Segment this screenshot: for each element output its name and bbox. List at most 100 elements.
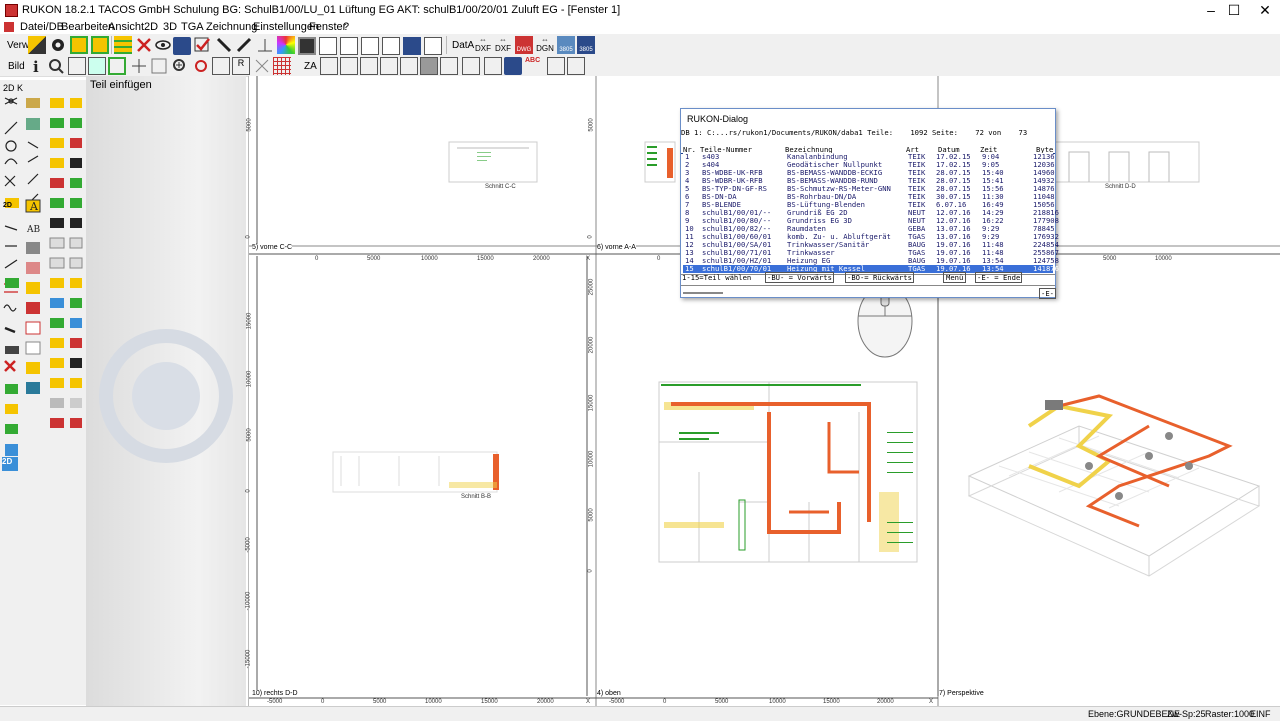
layers-select-icon[interactable] [91, 36, 109, 54]
tick: 20000 [588, 336, 595, 354]
tick: 10000 [1155, 256, 1172, 262]
layers-icon[interactable] [70, 36, 88, 54]
toolbar-verw-label: Verw [7, 40, 30, 51]
solid-icon[interactable] [173, 37, 191, 55]
info-icon[interactable]: i [27, 57, 45, 76]
palette-2d-toggle-b[interactable]: 2D [2, 457, 18, 471]
tick: -5000 [267, 699, 283, 705]
horizontal-scrollbar[interactable] [683, 292, 723, 294]
document-search-icon[interactable] [361, 37, 379, 55]
tick: 10000 [588, 450, 595, 468]
view-persp-icon[interactable] [462, 57, 480, 75]
dwg-button[interactable]: DWG [515, 36, 533, 54]
check-icon[interactable] [193, 36, 211, 54]
view-iso-icon[interactable] [440, 57, 458, 75]
menu-help[interactable]: ? [343, 21, 349, 33]
view-render-icon[interactable] [484, 57, 502, 75]
backward-button[interactable]: -BO-= Rückwärts [845, 272, 914, 283]
tick: 20000 [533, 256, 550, 262]
import-image-icon[interactable] [567, 57, 585, 75]
grid-zoom-icon[interactable] [150, 57, 168, 75]
menu-bar: Datei/DB Bearbeiten Ansicht 2D 3D TGA Ze… [0, 20, 1280, 34]
view-front-icon[interactable] [320, 57, 338, 75]
dialog-db-line: DB 1: C:...rs/rukon1/Documents/RUKON/dab… [681, 128, 1028, 137]
dgn-button[interactable]: ⇔ DGN [536, 35, 554, 53]
line-tool-icon[interactable] [215, 36, 233, 54]
database-icon[interactable] [403, 37, 421, 55]
tick: -15000 [245, 649, 252, 669]
redraw-icon[interactable]: R [232, 57, 250, 75]
status-bar: Ebene:GRUNDEBENE Zw-Sp:25 Raster:1000. E… [0, 706, 1280, 721]
close-button[interactable]: ✕ [1242, 0, 1280, 20]
view-bottom-icon[interactable] [420, 57, 438, 75]
end-button[interactable]: -E- = Ende [975, 272, 1023, 283]
view-side-icon[interactable] [340, 57, 358, 75]
color-icon[interactable] [277, 36, 295, 54]
palette-2d-toggle-a[interactable]: 2D [3, 202, 12, 209]
view-top-icon[interactable] [360, 57, 378, 75]
toolbar-main: Verw DatA ⇔ DXF ⇔ DXF DWG ⇔ DGN 3805 3805 [0, 34, 1280, 57]
cell-teil: schulB1/00/70/01 [702, 264, 772, 273]
menu-2d[interactable]: 2D [144, 21, 158, 33]
menu-zeichnung[interactable]: Zeichnung [206, 21, 257, 33]
tick: 15000 [246, 312, 253, 330]
dxf-import-button[interactable]: ⇔ DXF [474, 35, 492, 53]
vdi-export-button[interactable]: 3805 [577, 36, 595, 54]
document-arrow-icon[interactable] [424, 37, 442, 55]
menu-tga[interactable]: TGA [181, 21, 204, 33]
vdi-import-button[interactable]: 3805 [557, 36, 575, 54]
zoom-window-icon[interactable] [68, 57, 86, 75]
svg-text:i: i [33, 58, 39, 75]
view-back-icon[interactable] [380, 57, 398, 75]
pencil-icon[interactable] [28, 36, 46, 54]
menu-bearbeiten[interactable]: Bearbeiten [61, 21, 114, 33]
tick: 20000 [877, 699, 894, 705]
caption-section-dd: Schnitt D-D [1105, 184, 1136, 190]
cell-nr: 15 [685, 264, 694, 273]
menu-3d[interactable]: 3D [163, 21, 177, 33]
tick: 0 [245, 489, 252, 493]
view-icon[interactable] [212, 57, 230, 75]
dxf-export-button[interactable]: ⇔ DXF [494, 35, 512, 53]
tool-palette: 2D K A AB 2D 2D [0, 80, 87, 705]
document-icon[interactable] [319, 37, 337, 55]
dimension-icon[interactable] [256, 36, 274, 54]
tick: 0 [321, 699, 325, 705]
palette-icons[interactable]: A AB [2, 96, 84, 476]
spellcheck-icon[interactable]: ABC [525, 57, 543, 75]
export-image-icon[interactable] [547, 57, 565, 75]
tick: 0 [245, 235, 252, 239]
arrow-tool-icon[interactable] [235, 36, 253, 54]
zoom-icon[interactable] [47, 57, 65, 75]
zoom-fit-icon[interactable] [108, 57, 126, 75]
status-einf: EINF [1250, 709, 1271, 719]
zoom-plus-icon[interactable] [171, 57, 189, 75]
zoom-all-icon[interactable] [88, 57, 106, 75]
document-copy-icon[interactable] [340, 37, 358, 55]
document-edit-icon[interactable] [382, 37, 400, 55]
tick: 0 [657, 256, 661, 262]
eye-icon[interactable] [154, 36, 172, 54]
save-icon[interactable] [298, 37, 316, 55]
grid-icon[interactable] [273, 57, 291, 75]
gear-icon[interactable] [49, 36, 67, 54]
stack-icon[interactable] [114, 36, 132, 54]
menu-datei[interactable]: Datei/DB [20, 21, 64, 33]
view-left-icon[interactable] [400, 57, 418, 75]
viewport-label-vorne-cc: 5) vorne C-C [252, 244, 293, 251]
menu-fenster[interactable]: Fenster [309, 21, 346, 33]
menu-button[interactable]: Menü [943, 272, 967, 283]
print-icon[interactable] [504, 57, 522, 75]
exit-button[interactable]: -E- [1039, 288, 1056, 299]
svg-text:A: A [29, 200, 39, 213]
scissors-icon[interactable] [135, 36, 153, 54]
refresh-icon[interactable] [192, 57, 210, 75]
forward-button[interactable]: -BU- = Vorwärts [765, 272, 834, 283]
crosshair-icon[interactable] [253, 57, 271, 75]
tick: 5000 [588, 508, 595, 522]
tick: 5000 [1103, 256, 1117, 262]
pan-icon[interactable] [130, 57, 148, 75]
tick: 5000 [715, 699, 729, 705]
menu-ansicht[interactable]: Ansicht [108, 21, 144, 33]
svg-text:AB: AB [26, 225, 40, 235]
